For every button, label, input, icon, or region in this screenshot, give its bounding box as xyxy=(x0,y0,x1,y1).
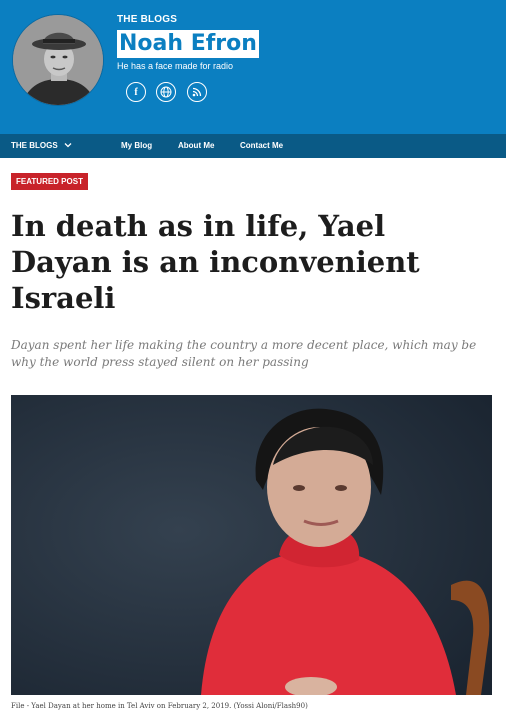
author-name[interactable]: Noah Efron xyxy=(117,30,259,58)
article-subhead: Dayan spent her life making the country … xyxy=(11,338,477,369)
blog-header: THE BLOGS Noah Efron He has a face made … xyxy=(0,0,506,134)
globe-icon[interactable] xyxy=(156,82,176,102)
article-headline: In death as in life, Yael Dayan is an in… xyxy=(11,209,420,315)
nav-item-my-blog[interactable]: My Blog xyxy=(121,134,152,158)
featured-post-badge: FEATURED POST xyxy=(11,173,88,190)
facebook-icon[interactable]: f xyxy=(126,82,146,102)
author-avatar[interactable] xyxy=(12,14,104,106)
photo-caption: File - Yael Dayan at her home in Tel Avi… xyxy=(11,702,308,710)
article-photo xyxy=(11,395,492,695)
author-tagline: He has a face made for radio xyxy=(117,61,234,71)
nav-item-about-me[interactable]: About Me xyxy=(178,134,214,158)
chevron-down-icon xyxy=(64,142,72,148)
nav-item-label: THE BLOGS xyxy=(11,141,58,150)
nav-item-the-blogs[interactable]: THE BLOGS xyxy=(11,134,72,158)
rss-icon[interactable] xyxy=(187,82,207,102)
section-label[interactable]: THE BLOGS xyxy=(117,14,177,25)
main-nav: THE BLOGS My Blog About Me Contact Me xyxy=(0,134,506,158)
nav-item-contact-me[interactable]: Contact Me xyxy=(240,134,283,158)
